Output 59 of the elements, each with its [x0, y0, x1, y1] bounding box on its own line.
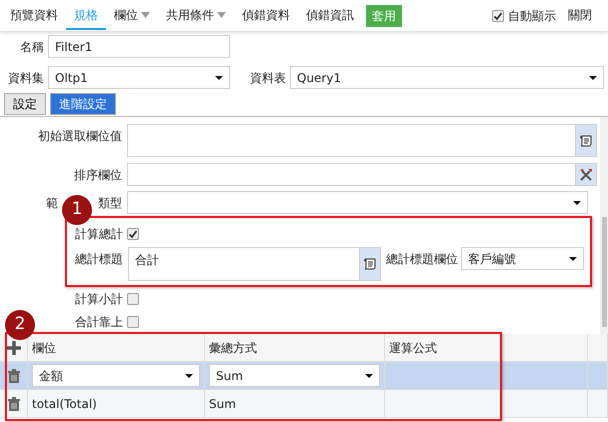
field-label: 排序欄位 [74, 167, 122, 184]
callout-number: 1 [62, 195, 92, 225]
field-label: 資料集 [7, 70, 44, 86]
column-header: 運算公式 [385, 334, 588, 362]
scroll-icon[interactable] [576, 124, 597, 157]
checkbox[interactable] [127, 228, 139, 240]
field-label: 總計標題 [75, 251, 123, 268]
select-field[interactable]: 客戶編號 [461, 247, 584, 270]
add-icon[interactable] [6, 340, 22, 356]
menu-tab[interactable]: 共用條件 [158, 1, 234, 30]
callout-number: 2 [5, 310, 35, 340]
menu-tab[interactable]: 偵錯資料 [234, 1, 298, 30]
column-header: 彙總方式 [205, 334, 385, 362]
text-field[interactable] [127, 163, 576, 186]
menu-tab[interactable]: 預覽資料 [2, 1, 66, 30]
field-label: 初始選取欄位值 [38, 128, 122, 145]
caret-icon [215, 76, 223, 80]
trash-icon[interactable] [0, 362, 28, 390]
scroll-icon[interactable] [360, 247, 381, 281]
tab[interactable]: 設定 [4, 93, 46, 115]
caret-icon [217, 12, 226, 18]
tab[interactable]: 進階設定 [50, 93, 116, 115]
checkbox-label: 計算總計 [75, 226, 123, 243]
caret-icon [365, 374, 373, 378]
table-cell: Sum [205, 390, 385, 418]
column-header: 欄位 [28, 334, 205, 362]
table-cell: total(Total) [28, 390, 205, 418]
menu-tab[interactable]: 偵錯資訊 [298, 1, 362, 30]
field-label: 範 [46, 195, 58, 212]
checkbox[interactable] [127, 316, 139, 328]
checkbox-label: 自動顯示 [508, 8, 556, 24]
select-field[interactable]: Sum [209, 364, 380, 387]
table-cell [588, 390, 608, 418]
header-cell [588, 334, 608, 362]
caret-icon [573, 200, 581, 204]
datatable-select[interactable]: Query1 [290, 66, 604, 89]
scrollbar[interactable] [600, 117, 608, 334]
trash-icon[interactable] [0, 390, 28, 418]
menu-tab[interactable]: 欄位 [106, 1, 158, 30]
checkbox[interactable] [492, 10, 504, 22]
text-area[interactable]: 合計 [128, 247, 360, 281]
checkbox-label: 合計靠上 [75, 314, 123, 331]
field-label: 資料表 [250, 70, 286, 86]
field-label: 總計標題欄位 [386, 251, 458, 268]
caret-icon [569, 256, 577, 260]
caret-icon [141, 12, 150, 18]
field-label: 名稱 [19, 38, 44, 56]
checkbox-label: 計算小計 [75, 291, 123, 308]
select-field[interactable]: 金額 [32, 364, 200, 387]
name-field[interactable]: Filter1 [48, 35, 230, 58]
caret-icon [185, 374, 193, 378]
checkbox[interactable] [127, 293, 139, 305]
caret-icon [589, 76, 597, 80]
tools-icon[interactable] [576, 163, 597, 186]
dataset-select[interactable]: Oltp1 [48, 66, 230, 89]
field-label: 類型 [98, 195, 122, 212]
select-field[interactable] [127, 191, 588, 214]
close-button[interactable]: 關閉 [560, 1, 592, 30]
table-cell [588, 362, 608, 390]
